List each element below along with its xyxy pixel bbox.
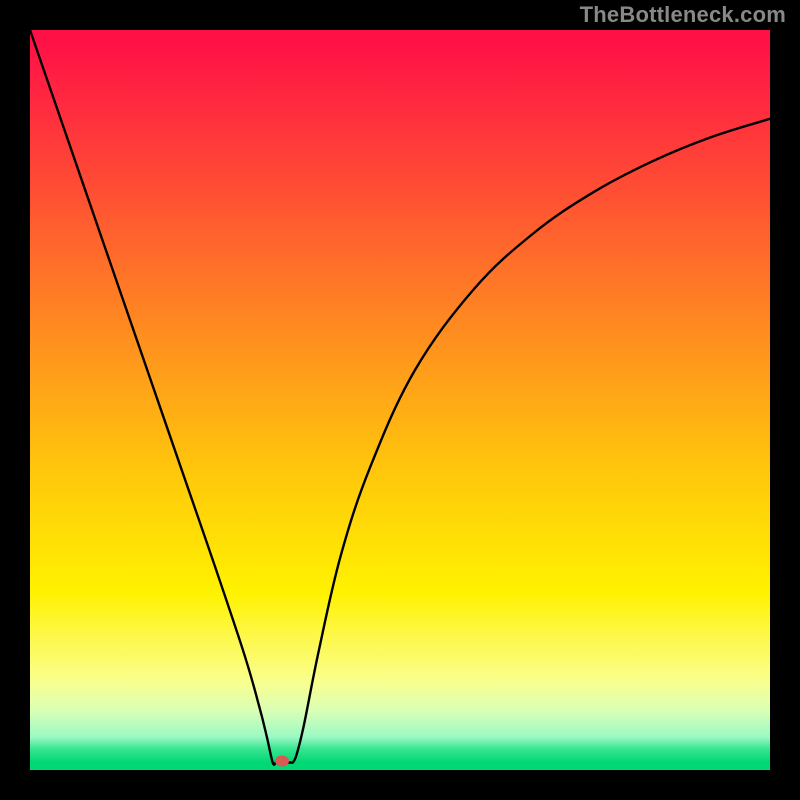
chart-frame: TheBottleneck.com [0,0,800,800]
curve-right-path [293,119,770,763]
watermark-text: TheBottleneck.com [580,2,786,28]
bottleneck-curve [30,30,770,770]
curve-left-path [30,30,276,765]
plot-area [30,30,770,770]
optimal-point-marker [275,756,289,767]
